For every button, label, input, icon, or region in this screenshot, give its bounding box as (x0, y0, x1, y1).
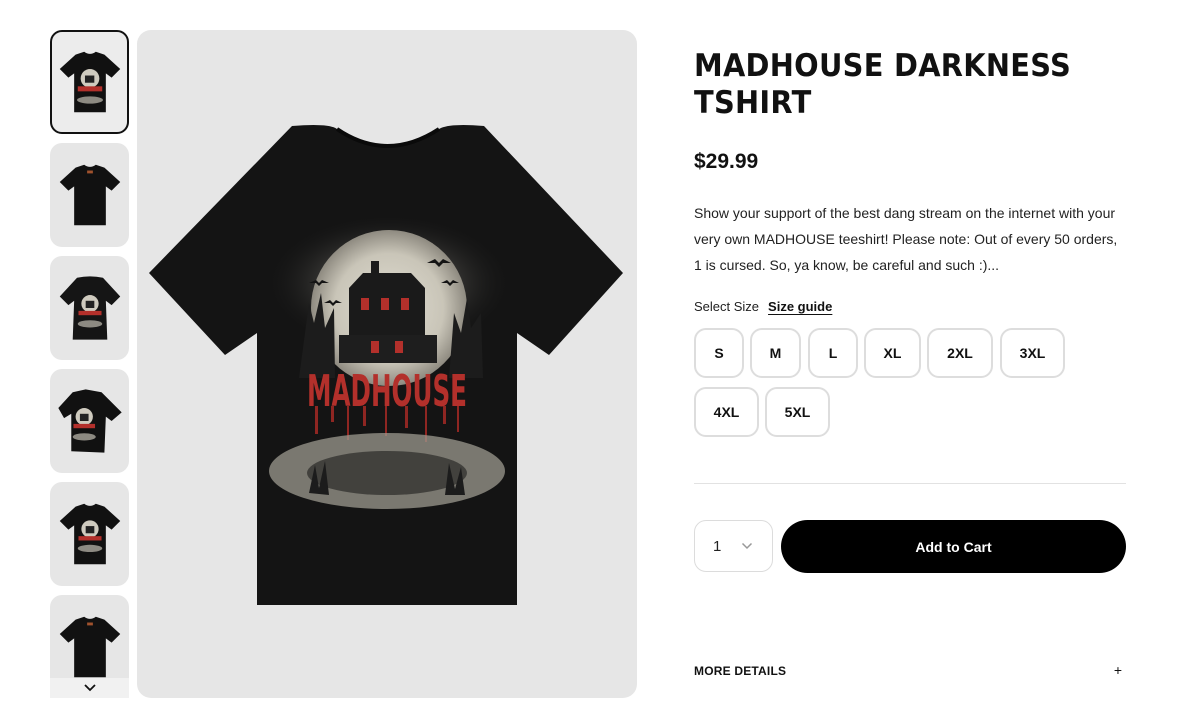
tshirt-image: MADHOUSE (149, 125, 623, 605)
thumbnail-angled-front[interactable] (50, 369, 129, 473)
thumbnail-scroll-down-button[interactable] (50, 678, 129, 698)
size-option-s[interactable]: S (694, 328, 744, 378)
more-details-toggle[interactable]: MORE DETAILS + (694, 662, 1126, 682)
size-option-xl[interactable]: XL (864, 328, 921, 378)
size-guide-link[interactable]: Size guide (768, 299, 832, 314)
shirt-thumbnail-image (57, 389, 122, 453)
size-option-3xl[interactable]: 3XL (1000, 328, 1065, 378)
size-option-5xl[interactable]: 5XL (765, 387, 830, 437)
product-price: $29.99 (694, 150, 759, 173)
size-option-m[interactable]: M (750, 328, 801, 378)
quantity-select[interactable]: 1 (694, 520, 773, 572)
quantity-value: 1 (713, 537, 722, 555)
shirt-thumbnail-image (59, 51, 120, 113)
size-label-row: Select Size Size guide (694, 299, 832, 314)
size-option-l[interactable]: L (808, 328, 858, 378)
add-to-cart-button[interactable]: Add to Cart (781, 520, 1126, 573)
thumbnail-front-graphic[interactable] (50, 30, 129, 134)
thumbnail-gallery (50, 30, 129, 698)
product-description: Show your support of the best dang strea… (694, 205, 1118, 273)
thumbnail-front-graphic-2[interactable] (50, 482, 129, 586)
shirt-thumbnail-image (59, 164, 120, 226)
chevron-down-icon (741, 542, 753, 550)
size-option-4xl[interactable]: 4XL (694, 387, 759, 437)
shirt-thumbnail-image (59, 503, 120, 565)
chevron-down-icon (83, 684, 96, 692)
plus-icon: + (1113, 662, 1122, 678)
thumbnail-worn-front[interactable] (50, 256, 129, 360)
shirt-thumbnail-image (59, 616, 120, 678)
main-product-image: MADHOUSE (137, 30, 637, 698)
product-title: MADHOUSE DARKNESS TSHIRT (694, 48, 1072, 121)
select-size-label: Select Size (694, 299, 760, 314)
more-details-label: MORE DETAILS (694, 664, 787, 678)
thumbnail-back-plain[interactable] (50, 143, 129, 247)
size-option-2xl[interactable]: 2XL (927, 328, 993, 378)
shirt-thumbnail-image (59, 276, 120, 340)
section-divider (694, 483, 1126, 484)
